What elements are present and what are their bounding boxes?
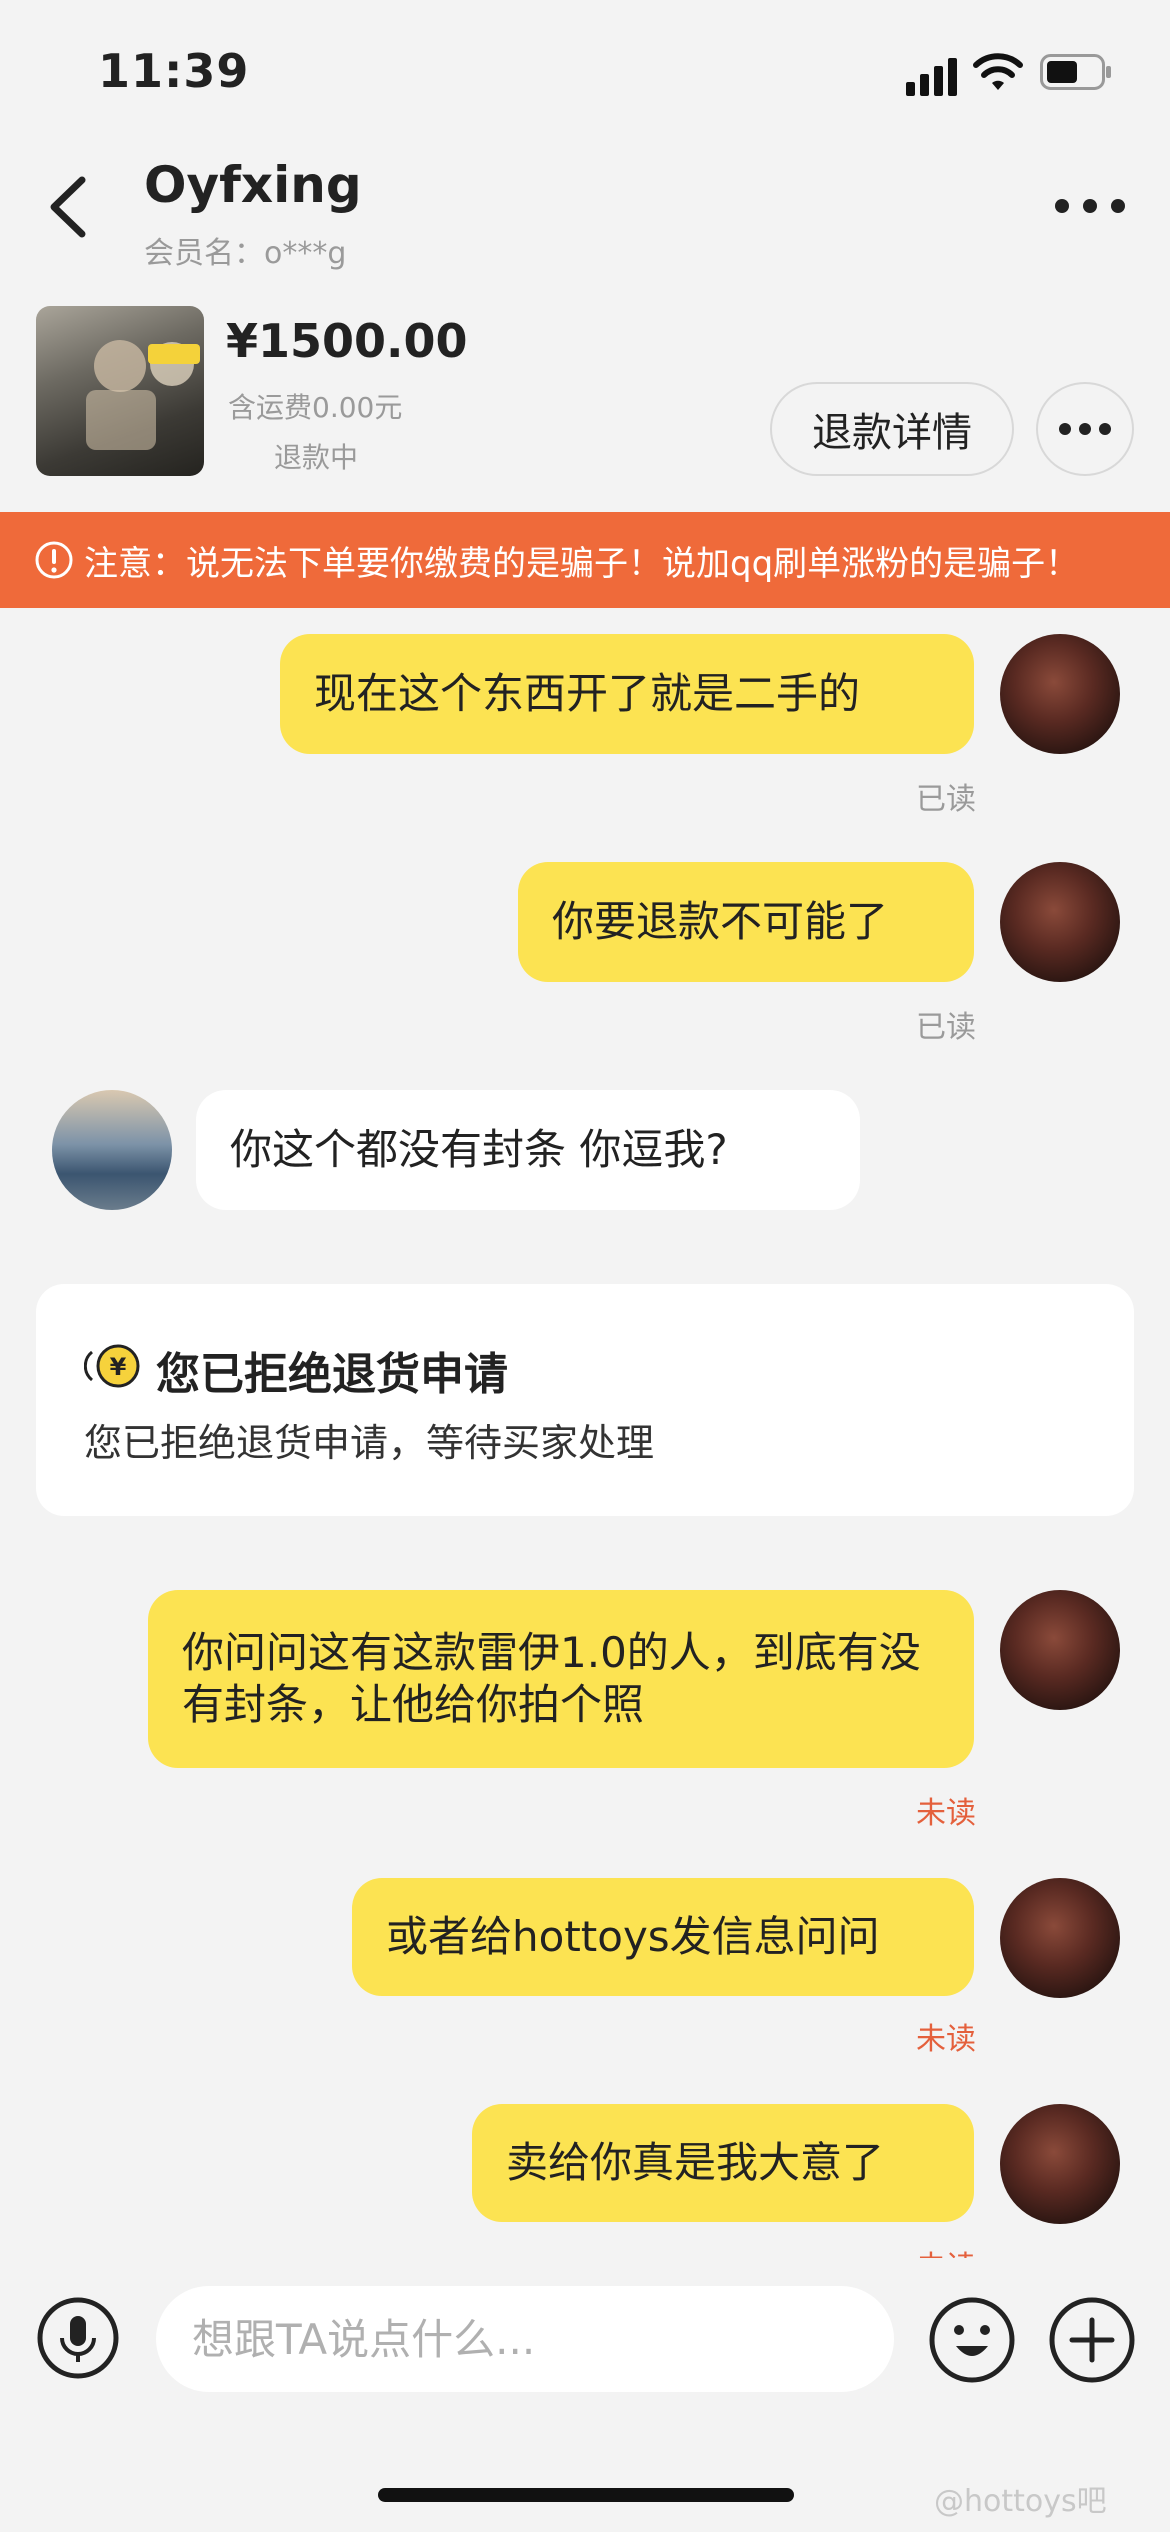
cellular-signal-icon — [906, 58, 957, 96]
warning-text: 注意：说无法下单要你缴费的是骗子！说加qq刷单涨粉的是骗子！ — [84, 544, 1080, 584]
message-bubble-received[interactable]: 你这个都没有封条 你逗我? — [196, 1090, 860, 1210]
unread-status: 未读 — [916, 2022, 976, 2057]
read-status: 已读 — [916, 1010, 976, 1045]
shipping-fee: 含运费0.00元 — [228, 391, 403, 424]
message-bubble-sent[interactable]: 现在这个东西开了就是二手的 — [280, 634, 974, 754]
my-avatar[interactable] — [1000, 2104, 1120, 2224]
unread-status: 未读 — [916, 1796, 976, 1831]
emoji-icon[interactable] — [928, 2296, 1016, 2384]
more-options-icon[interactable] — [1052, 184, 1128, 228]
message-bubble-sent[interactable]: 或者给hottoys发信息问问 — [352, 1878, 974, 1996]
refund-rejected-card[interactable]: ¥ 您已拒绝退货申请 您已拒绝退货申请，等待买家处理 — [36, 1284, 1134, 1516]
message-bubble-sent[interactable]: 你要退款不可能了 — [518, 862, 974, 982]
member-name: 会员名：o***g — [144, 236, 347, 271]
microphone-icon[interactable] — [36, 2296, 120, 2380]
read-status: 已读 — [916, 782, 976, 817]
fraud-warning-banner: 注意：说无法下单要你缴费的是骗子！说加qq刷单涨粉的是骗子！ — [0, 512, 1170, 608]
ellipsis-icon — [1059, 423, 1111, 435]
back-arrow-icon[interactable] — [40, 172, 96, 242]
message-input[interactable] — [156, 2286, 894, 2392]
my-avatar[interactable] — [1000, 862, 1120, 982]
watermark: @hottoys吧 — [934, 2484, 1107, 2519]
plus-icon[interactable] — [1048, 2296, 1136, 2384]
refund-status: 退款中 — [274, 441, 359, 474]
message-bubble-sent[interactable]: 你问问这有这款雷伊1.0的人，到底有没有封条，让他给你拍个照 — [148, 1590, 974, 1768]
product-image-icon — [86, 340, 200, 450]
battery-icon — [1040, 54, 1111, 90]
product-more-button[interactable] — [1036, 382, 1134, 476]
my-avatar[interactable] — [1000, 1590, 1120, 1710]
status-time: 11:39 — [98, 44, 250, 98]
my-avatar[interactable] — [1000, 1878, 1120, 1998]
my-avatar[interactable] — [1000, 634, 1120, 754]
product-thumbnail[interactable] — [36, 306, 204, 476]
card-description: 您已拒绝退货申请，等待买家处理 — [84, 1421, 655, 1465]
unread-status: 未读 — [916, 2242, 976, 2258]
scroll-clip: 未读 — [0, 2236, 1170, 2258]
wifi-icon — [973, 53, 1023, 90]
home-indicator[interactable] — [378, 2488, 794, 2502]
card-title: 您已拒绝退货申请 — [156, 1349, 508, 1400]
message-bubble-sent[interactable]: 卖给你真是我大意了 — [472, 2104, 974, 2222]
svg-text:¥: ¥ — [110, 1353, 127, 1381]
chat-title: Oyfxing — [144, 156, 362, 214]
refund-detail-button[interactable]: 退款详情 — [770, 382, 1014, 476]
buyer-avatar[interactable] — [52, 1090, 172, 1210]
product-price: ¥1500.00 — [226, 314, 468, 368]
coin-refund-icon: ¥ — [84, 1344, 140, 1388]
warning-icon — [35, 541, 73, 579]
